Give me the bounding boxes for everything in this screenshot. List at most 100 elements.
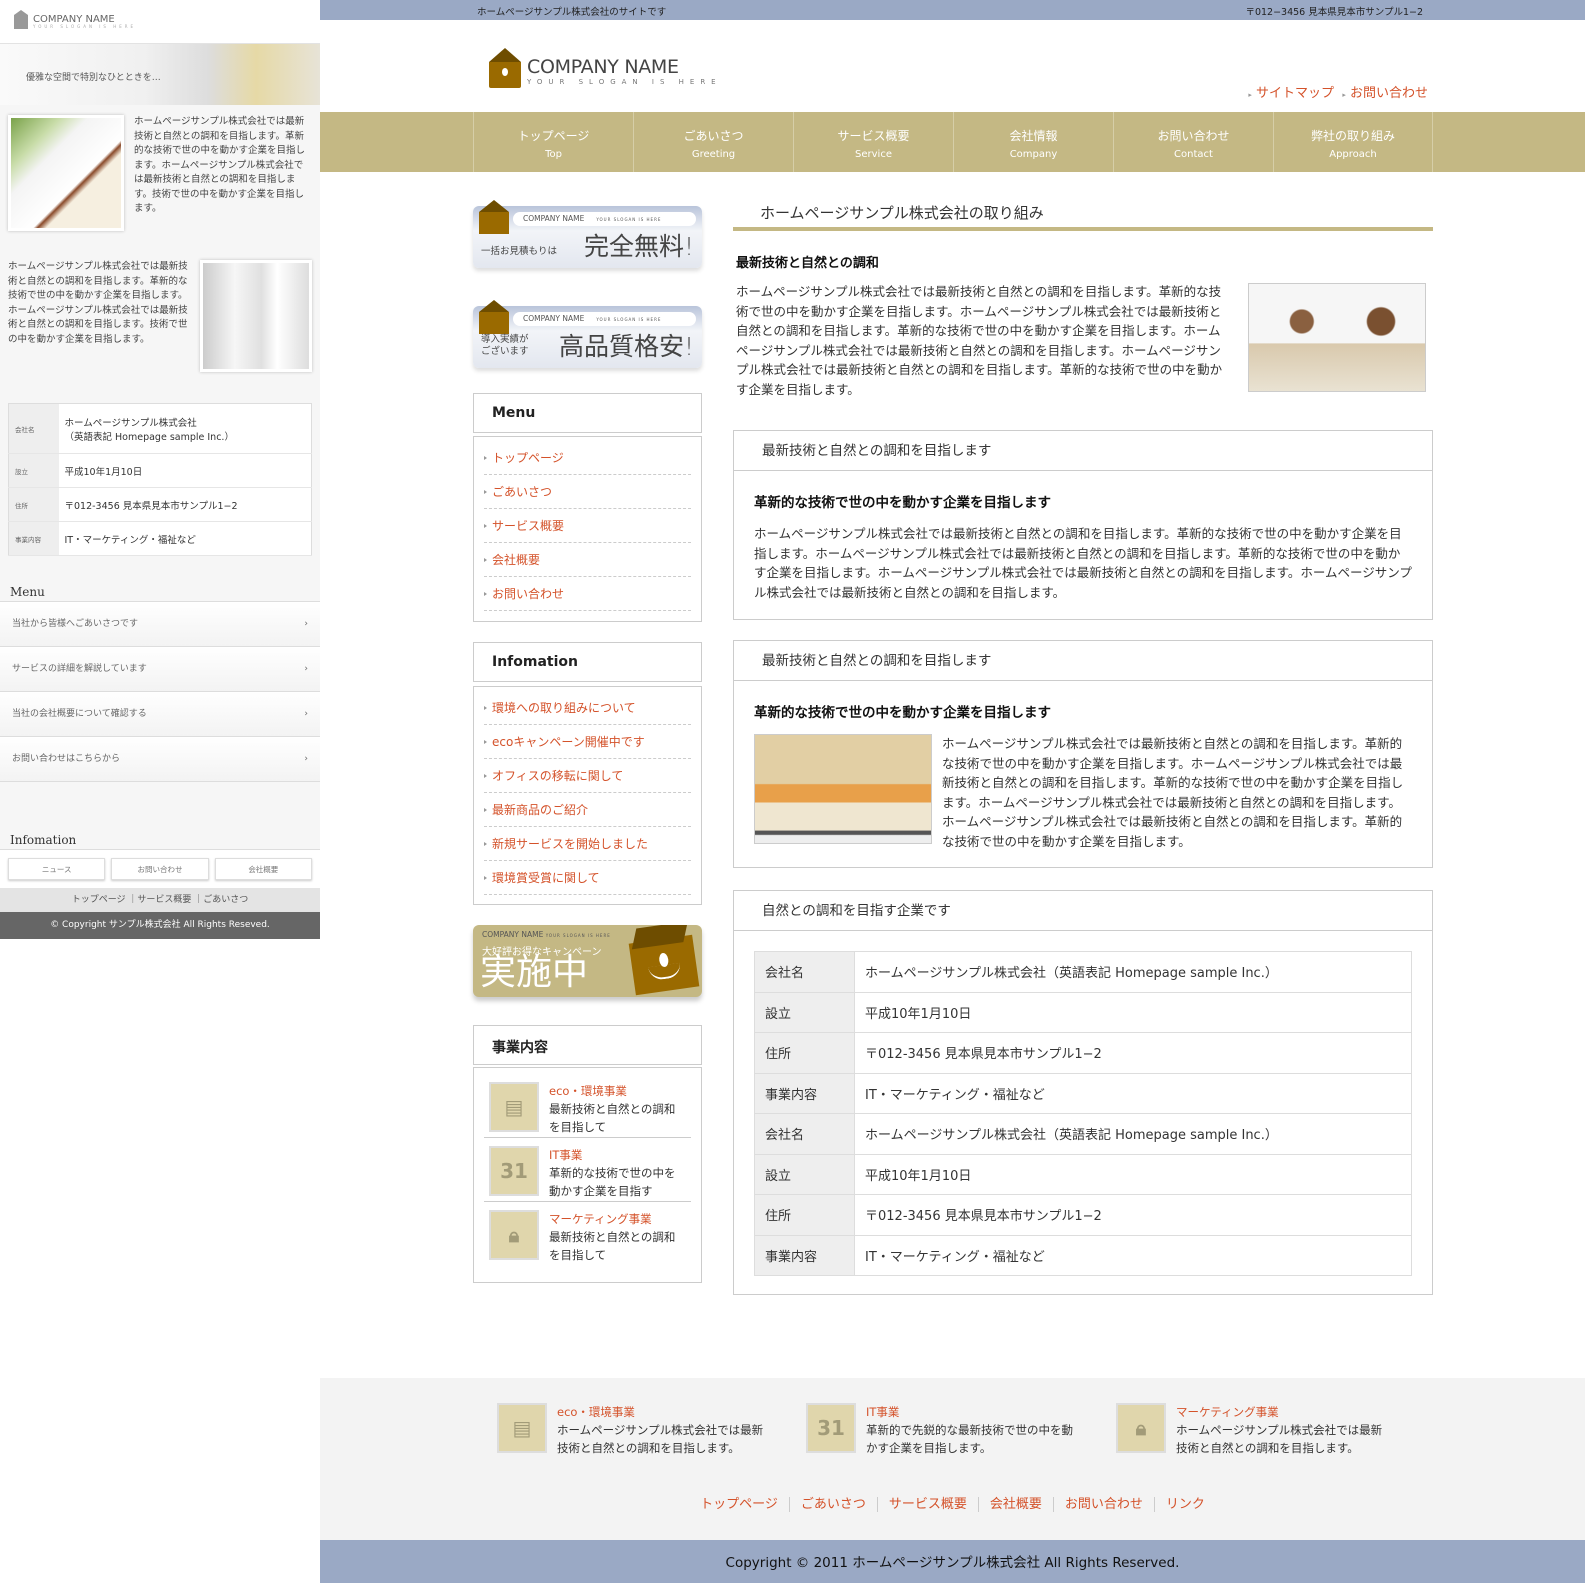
banner-small-text: 導入実績が	[481, 334, 529, 346]
film-icon: ▤	[497, 1403, 547, 1453]
office-photo	[200, 260, 312, 372]
business-desc: 動かす企業を目指す	[549, 1182, 676, 1200]
contact-button[interactable]: お問い合わせ	[111, 858, 208, 880]
arrow-icon: ▸	[1342, 91, 1346, 99]
sidebar-menu-item[interactable]: 会社概要	[484, 543, 691, 577]
free-estimate-banner[interactable]: COMPANY NAMEYOUR SLOGAN IS HERE 一括お見積もりは…	[473, 206, 702, 268]
footer-business-item[interactable]: 31 IT事業革新的で先鋭的な最新技術で世の中を動かす企業を目指します。	[806, 1403, 1096, 1457]
nav-label: お問い合わせ	[1114, 127, 1273, 144]
lock-icon: 🔒︎	[489, 1210, 539, 1260]
nav-greeting[interactable]: ごあいさつGreeting	[633, 112, 793, 172]
info-item[interactable]: 最新商品のご紹介	[484, 793, 691, 827]
business-desc: 技術と自然との調和を目指します。	[557, 1439, 763, 1457]
business-desc: を目指して	[549, 1118, 675, 1136]
info-item[interactable]: 環境への取り組みについて	[484, 691, 691, 725]
sidebar-menu-item[interactable]: ごあいさつ	[484, 475, 691, 509]
footer-link[interactable]: トップページ	[689, 1497, 789, 1512]
menu-label: 当社の会社概要について確認する	[12, 692, 147, 736]
nav-company[interactable]: 会社情報Company	[953, 112, 1113, 172]
info-item[interactable]: ecoキャンペーン開催中です	[484, 725, 691, 759]
nav-label: サービス概要	[794, 127, 953, 144]
nav-sublabel: Approach	[1274, 149, 1432, 160]
box-subheading: 革新的な技術で世の中を動かす企業を目指します	[754, 701, 1412, 721]
business-title[interactable]: IT事業	[866, 1403, 1073, 1421]
business-title[interactable]: IT事業	[549, 1146, 676, 1164]
business-desc: ホームページサンプル株式会社では最新	[1176, 1421, 1382, 1439]
content-box-3: 自然との調和を目指す企業です 会社名ホームページサンプル株式会社（英語表記 Ho…	[733, 890, 1433, 1295]
footer-link[interactable]: 会社概要	[978, 1497, 1053, 1512]
page-title: ホームページサンプル株式会社の取り組み	[760, 202, 1044, 223]
banner-company: COMPANY NAME	[523, 214, 584, 223]
business-item[interactable]: 31 IT事業革新的な技術で世の中を動かす企業を目指す	[484, 1138, 691, 1202]
nav-service[interactable]: サービス概要Service	[793, 112, 953, 172]
table-row: 設立平成10年1月10日	[755, 1154, 1412, 1195]
row-label: 会社名	[755, 1114, 855, 1155]
mobile-menu-item[interactable]: 当社から皆様へごあいさつです ›	[0, 602, 320, 647]
footer-business-item[interactable]: ▤ eco・環境事業ホームページサンプル株式会社では最新技術と自然との調和を目指…	[497, 1403, 787, 1457]
calendar-icon: 31	[806, 1403, 856, 1453]
sidebar-menu-item[interactable]: サービス概要	[484, 509, 691, 543]
footer-link[interactable]: サービス概要	[877, 1497, 978, 1512]
table-row: 設立平成10年1月10日	[755, 992, 1412, 1033]
info-item[interactable]: オフィスの移転に関して	[484, 759, 691, 793]
sidebar-menu-title: Menu	[473, 393, 702, 433]
business-title[interactable]: マーケティング事業	[549, 1210, 675, 1228]
info-item[interactable]: 環境賞受賞に関して	[484, 861, 691, 895]
nav-top[interactable]: トップページ Top	[473, 112, 633, 172]
company-button[interactable]: 会社概要	[215, 858, 312, 880]
chevron-right-icon: ›	[304, 602, 308, 646]
business-desc: かす企業を目指します。	[866, 1439, 1073, 1457]
nav-approach[interactable]: 弊社の取り組みApproach	[1273, 112, 1433, 172]
nav-sublabel: Top	[474, 149, 633, 160]
row-value: 平成10年1月10日	[855, 1154, 1412, 1195]
mobile-logo[interactable]: COMPANY NAMEYOUR SLOGAN IS HERE	[0, 0, 320, 44]
table-row: 設立平成10年1月10日	[9, 454, 312, 488]
box-subheading: 革新的な技術で世の中を動かす企業を目指します	[754, 491, 1412, 511]
footer-link[interactable]: お問い合わせ	[1053, 1497, 1154, 1512]
company-name-en: （英語表記 Homepage sample Inc.）	[65, 429, 306, 443]
intro-heading: 最新技術と自然との調和	[736, 252, 879, 271]
table-row: 会社名ホームページサンプル株式会社（英語表記 Homepage sample I…	[9, 404, 312, 454]
mobile-menu-item[interactable]: サービスの詳細を解説しています›	[0, 647, 320, 692]
mobile-footer-links[interactable]: トップページ ｜サービス概要 ｜ごあいさつ	[0, 888, 320, 912]
contact-link[interactable]: お問い合わせ	[1350, 86, 1428, 101]
business-title[interactable]: eco・環境事業	[557, 1403, 763, 1421]
footer-link[interactable]: リンク	[1154, 1497, 1216, 1512]
mobile-banner: 優雅な空間で特別なひとときを…	[0, 44, 320, 105]
house-logo-icon	[14, 15, 28, 29]
info-item[interactable]: 新規サービスを開始しました	[484, 827, 691, 861]
business-item[interactable]: ▤ eco・環境事業最新技術と自然との調和を目指して	[484, 1074, 691, 1138]
banner-big-text: 高品質格安!	[559, 327, 694, 363]
mobile-block-1-text: ホームページサンプル株式会社では最新技術と自然との調和を目指します。革新的な技術…	[134, 115, 312, 240]
business-title[interactable]: マーケティング事業	[1176, 1403, 1382, 1421]
footer-business-item[interactable]: 🔒︎ マーケティング事業ホームページサンプル株式会社では最新技術と自然との調和を…	[1116, 1403, 1406, 1457]
row-label: 事業内容	[9, 522, 59, 556]
chevron-right-icon: ›	[304, 737, 308, 781]
row-label: 会社名	[9, 404, 59, 454]
menu-label: 当社から皆様へごあいさつです	[12, 602, 138, 646]
business-desc: 革新的で先鋭的な最新技術で世の中を動	[866, 1421, 1073, 1439]
row-value: 平成10年1月10日	[855, 992, 1412, 1033]
business-item[interactable]: 🔒︎ マーケティング事業最新技術と自然との調和を目指して	[484, 1202, 691, 1266]
campaign-banner[interactable]: COMPANY NAME YOUR SLOGAN IS HERE 大好評お得なキ…	[473, 925, 702, 997]
quality-banner[interactable]: COMPANY NAMEYOUR SLOGAN IS HERE 導入実績がござい…	[473, 306, 702, 368]
row-label: 事業内容	[755, 1235, 855, 1276]
sitemap-link[interactable]: サイトマップ	[1256, 86, 1334, 101]
row-value: ホームページサンプル株式会社（英語表記 Homepage sample Inc.…	[855, 952, 1412, 993]
nav-label: 会社情報	[954, 127, 1113, 144]
business-title[interactable]: eco・環境事業	[549, 1082, 675, 1100]
row-value: IT・マーケティング・福祉など	[855, 1073, 1412, 1114]
sidebar-menu-item[interactable]: お問い合わせ	[484, 577, 691, 611]
news-button[interactable]: ニュース	[8, 858, 105, 880]
mobile-menu-item[interactable]: お問い合わせはこちらから›	[0, 737, 320, 782]
box-text: ホームページサンプル株式会社では最新技術と自然との調和を目指します。革新的な技術…	[942, 734, 1412, 851]
film-icon: ▤	[489, 1082, 539, 1132]
nav-sublabel: Greeting	[634, 149, 793, 160]
footer-link[interactable]: ごあいさつ	[789, 1497, 877, 1512]
table-row: 住所〒012-3456 見本県見本市サンプル1−2	[9, 488, 312, 522]
sidebar-menu-item[interactable]: トップページ	[484, 441, 691, 475]
nav-label: トップページ	[474, 127, 633, 144]
site-logo[interactable]: COMPANY NAME YOUR SLOGAN IS HERE	[527, 56, 722, 86]
nav-contact[interactable]: お問い合わせContact	[1113, 112, 1273, 172]
mobile-menu-item[interactable]: 当社の会社概要について確認する›	[0, 692, 320, 737]
